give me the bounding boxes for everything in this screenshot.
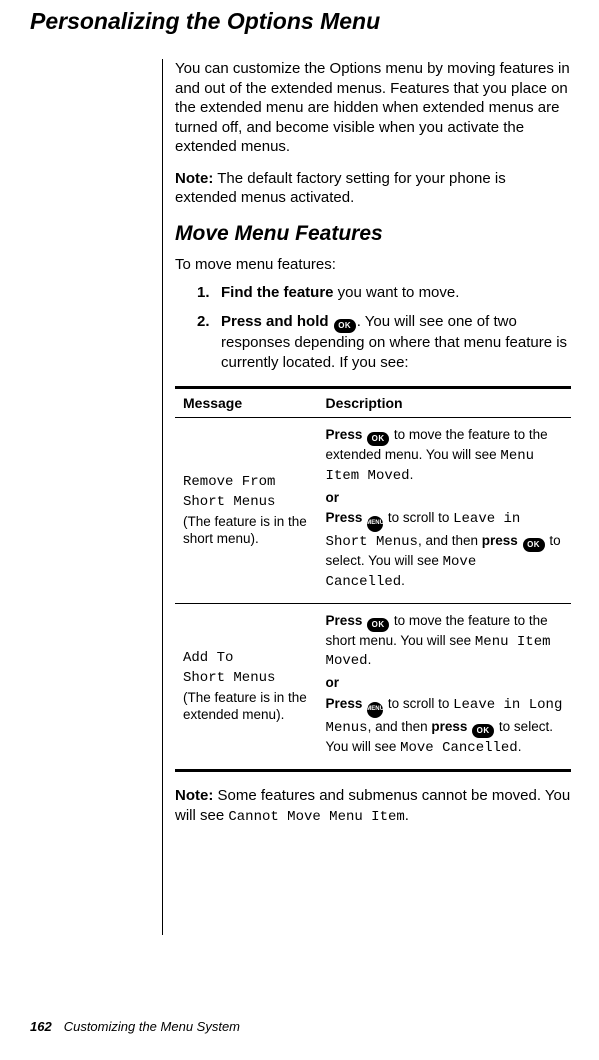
press-label: Press — [326, 510, 367, 525]
description-text — [518, 533, 522, 548]
menu-icon: MENU — [367, 516, 383, 532]
note-cannot-move: Note: Some features and submenus cannot … — [175, 786, 571, 826]
lcd-message-line1: Remove From — [183, 473, 310, 492]
header-message: Message — [175, 388, 318, 418]
description-text: . — [410, 467, 414, 482]
message-table: Message Description Remove From Short Me… — [175, 386, 571, 772]
description-cell: Press OK to move the feature to the exte… — [318, 418, 571, 604]
description-text — [467, 719, 471, 734]
description-text: . — [518, 739, 522, 754]
note-label: Note: — [175, 787, 213, 804]
lcd-message-line1: Add To — [183, 649, 310, 668]
description-text: to scroll to — [384, 696, 453, 711]
note-text: . — [405, 807, 409, 824]
description-text: , and then — [368, 719, 432, 734]
description-cell: Press OK to move the feature to the shor… — [318, 603, 571, 770]
step-bold-text: Find the feature — [221, 284, 334, 301]
lcd-text: Move Cancelled — [400, 740, 518, 756]
header-description: Description — [318, 388, 571, 418]
description-text: . — [368, 652, 372, 667]
ok-icon: OK — [367, 618, 389, 632]
press-label: Press — [326, 613, 367, 628]
footer-section: Customizing the Menu System — [64, 1019, 240, 1034]
lcd-text: Cannot Move Menu Item — [228, 809, 404, 825]
ok-icon: OK — [334, 319, 356, 333]
subheading-move-features: Move Menu Features — [175, 222, 571, 246]
page-number: 162 — [30, 1019, 52, 1034]
step-body: Find the feature you want to move. — [221, 283, 571, 303]
description-paragraph: Press MENU to scroll to Leave in Long Me… — [326, 695, 563, 757]
step-rest-text: you want to move. — [334, 284, 460, 301]
description-text: , and then — [418, 533, 482, 548]
description-paragraph: Press OK to move the feature to the shor… — [326, 612, 563, 671]
step-2: 2. Press and hold OK. You will see one o… — [197, 312, 571, 372]
table-header-row: Message Description — [175, 388, 571, 418]
message-cell: Add To Short Menus (The feature is in th… — [175, 603, 318, 770]
content-column: You can customize the Options menu by mo… — [162, 59, 571, 935]
page-title: Personalizing the Options Menu — [30, 8, 571, 35]
note-default-setting: Note: The default factory setting for yo… — [175, 169, 571, 208]
ok-icon: OK — [523, 538, 545, 552]
intro-paragraph: You can customize the Options menu by mo… — [175, 59, 571, 157]
table-row: Remove From Short Menus (The feature is … — [175, 418, 571, 604]
press-bold: press — [431, 719, 467, 734]
or-label: or — [326, 674, 563, 692]
press-label: Press — [326, 427, 367, 442]
description-paragraph: Press MENU to scroll to Leave in Short M… — [326, 509, 563, 590]
table-row: Add To Short Menus (The feature is in th… — [175, 603, 571, 770]
message-cell: Remove From Short Menus (The feature is … — [175, 418, 318, 604]
page-content: Personalizing the Options Menu You can c… — [0, 0, 599, 935]
lead-in-text: To move menu features: — [175, 256, 571, 273]
menu-icon: MENU — [367, 702, 383, 718]
step-body: Press and hold OK. You will see one of t… — [221, 312, 571, 372]
step-number: 1. — [197, 283, 221, 303]
ok-icon: OK — [472, 724, 494, 738]
or-label: or — [326, 489, 563, 507]
lcd-message-line2: Short Menus — [183, 493, 310, 512]
step-1: 1. Find the feature you want to move. — [197, 283, 571, 303]
note-label: Note: — [175, 170, 213, 187]
press-label: Press — [326, 696, 367, 711]
step-bold-text: Press and hold — [221, 313, 333, 330]
step-number: 2. — [197, 312, 221, 372]
message-subtext: (The feature is in the short menu). — [183, 513, 310, 548]
lcd-message-line2: Short Menus — [183, 669, 310, 688]
ok-icon: OK — [367, 432, 389, 446]
page-footer: 162 Customizing the Menu System — [30, 1019, 240, 1034]
steps-list: 1. Find the feature you want to move. 2.… — [197, 283, 571, 373]
note-text: The default factory setting for your pho… — [175, 170, 506, 207]
description-text: to scroll to — [384, 510, 453, 525]
description-paragraph: Press OK to move the feature to the exte… — [326, 426, 563, 485]
description-text: . — [401, 573, 405, 588]
press-bold: press — [482, 533, 518, 548]
message-subtext: (The feature is in the extended menu). — [183, 689, 310, 724]
